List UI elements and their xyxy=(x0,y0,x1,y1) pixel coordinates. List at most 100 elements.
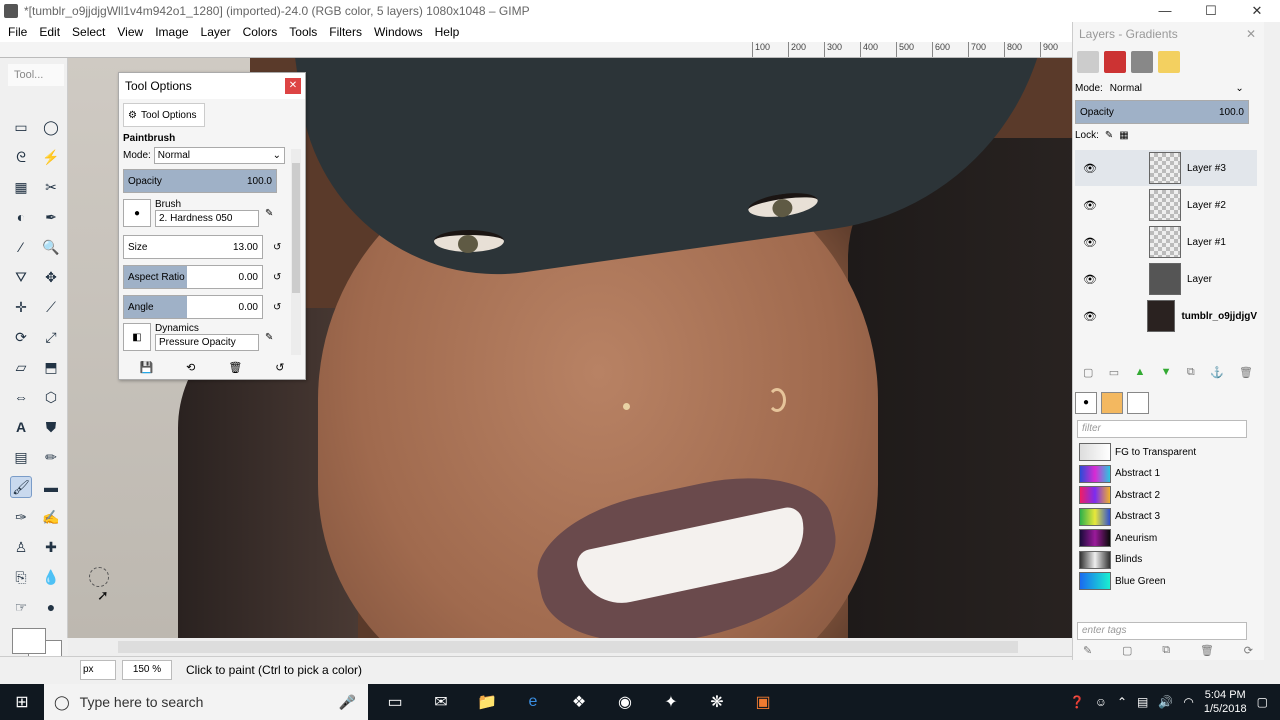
lock-alpha-icon[interactable]: ▦ xyxy=(1119,130,1128,141)
smudge-icon[interactable]: ☞ xyxy=(10,596,32,618)
layer-mode-select[interactable]: Normal ⌄ xyxy=(1107,80,1247,97)
heal-icon[interactable]: ✚ xyxy=(40,536,62,558)
perspective-icon[interactable]: ⬒ xyxy=(40,356,62,378)
layer-opacity-slider[interactable]: Opacity 100.0 xyxy=(1075,100,1249,124)
color-picker-icon[interactable]: ⁄ xyxy=(10,236,32,258)
tab-brushes[interactable]: ● xyxy=(1075,392,1097,414)
fuzzy-select-icon[interactable]: ⚡ xyxy=(40,146,62,168)
new-layer-group-icon[interactable]: ▭ xyxy=(1109,366,1119,379)
close-button[interactable]: ✕ xyxy=(1234,0,1280,22)
tab-undo-history[interactable] xyxy=(1158,51,1180,73)
measure-icon[interactable]: ⛛ xyxy=(10,266,32,288)
mail-icon[interactable]: ✉ xyxy=(428,692,454,712)
blur-icon[interactable]: 💧 xyxy=(40,566,62,588)
lock-pixels-icon[interactable]: ✎ xyxy=(1105,130,1113,141)
edge-browser-icon[interactable]: e xyxy=(520,693,546,711)
chrome-icon[interactable]: ◉ xyxy=(612,692,638,712)
menu-file[interactable]: File xyxy=(2,25,33,39)
delete-layer-icon[interactable]: 🗑 xyxy=(1239,366,1253,379)
minimize-button[interactable]: — xyxy=(1142,0,1188,22)
opacity-slider[interactable]: Opacity 100.0 xyxy=(123,169,277,193)
gradient-filter-input[interactable]: filter xyxy=(1077,420,1247,438)
menu-edit[interactable]: Edit xyxy=(33,25,66,39)
reset-aspect-icon[interactable]: ↺ xyxy=(273,272,281,283)
clone-icon[interactable]: ⎘ xyxy=(10,566,32,588)
rotate-icon[interactable]: ⟳ xyxy=(10,326,32,348)
blend-icon[interactable]: ▤ xyxy=(10,446,32,468)
menu-layer[interactable]: Layer xyxy=(195,25,237,39)
menu-colors[interactable]: Colors xyxy=(237,25,284,39)
clock[interactable]: 5:04 PM 1/5/2018 xyxy=(1204,688,1247,716)
ink-icon[interactable]: ✍ xyxy=(40,506,62,528)
microphone-icon[interactable]: 🎤 xyxy=(339,694,356,711)
edit-dynamics-icon[interactable]: ✎ xyxy=(265,332,273,343)
gradient-item[interactable]: Abstract 3 xyxy=(1079,507,1247,527)
mode-select[interactable]: Normal ⌄ xyxy=(153,147,285,164)
notifications-icon[interactable]: ▢ xyxy=(1257,695,1268,709)
gradient-item[interactable]: Blue Green xyxy=(1079,571,1247,591)
tab-patterns[interactable] xyxy=(1101,392,1123,414)
edit-gradient-icon[interactable]: ✎ xyxy=(1083,644,1092,657)
layer-row[interactable]: 👁 Layer xyxy=(1075,261,1257,297)
horizontal-ruler[interactable]: 100 200 300 400 500 600 700 800 900 xyxy=(0,42,1072,58)
anchor-layer-icon[interactable]: ⚓ xyxy=(1210,366,1224,379)
gradient-item[interactable]: FG to Transparent xyxy=(1079,442,1247,462)
eraser-icon[interactable]: ▬ xyxy=(40,476,62,498)
menu-view[interactable]: View xyxy=(111,25,149,39)
maximize-button[interactable]: ☐ xyxy=(1188,0,1234,22)
text-icon[interactable]: A xyxy=(10,416,32,438)
menu-help[interactable]: Help xyxy=(429,25,466,39)
taskbar-search[interactable]: ◯ Type here to search 🎤 xyxy=(44,684,368,720)
unit-select[interactable]: px xyxy=(80,659,116,680)
menu-windows[interactable]: Windows xyxy=(368,25,429,39)
bucket-fill-icon[interactable]: ⛊ xyxy=(40,416,62,438)
reset-size-icon[interactable]: ↺ xyxy=(273,242,281,253)
pencil-icon[interactable]: ✏ xyxy=(40,446,62,468)
volume-icon[interactable]: 🔊 xyxy=(1158,695,1173,709)
save-options-icon[interactable]: 💾 xyxy=(139,361,153,374)
zoom-icon[interactable]: 🔍 xyxy=(40,236,62,258)
close-icon[interactable]: ✕ xyxy=(285,78,301,94)
help-icon[interactable]: ❓ xyxy=(1070,695,1085,709)
dodge-burn-icon[interactable]: ● xyxy=(40,596,62,618)
tab-gradients[interactable] xyxy=(1127,392,1149,414)
eye-icon[interactable]: 👁 xyxy=(1083,273,1103,286)
edit-brush-icon[interactable]: ✎ xyxy=(265,208,273,219)
tab-paths[interactable] xyxy=(1131,51,1153,73)
scale-icon[interactable]: ⤢ xyxy=(40,326,62,348)
menu-filters[interactable]: Filters xyxy=(323,25,368,39)
app-icon[interactable]: ❋ xyxy=(704,692,730,712)
raise-layer-icon[interactable]: ▲ xyxy=(1134,366,1145,379)
layer-row[interactable]: 👁 Layer #1 xyxy=(1075,224,1257,260)
tab-tool-options[interactable]: ⚙ Tool Options xyxy=(123,103,205,127)
delete-options-icon[interactable]: 🗑 xyxy=(228,361,242,374)
layer-row[interactable]: 👁 tumblr_o9jjdjgV xyxy=(1075,298,1257,334)
foreground-select-icon[interactable]: ◐ xyxy=(10,206,32,228)
airbrush-icon[interactable]: ✑ xyxy=(10,506,32,528)
paintbrush-icon[interactable]: 🖌 xyxy=(10,476,32,498)
tab-layers[interactable] xyxy=(1077,51,1099,73)
cage-transform-icon[interactable]: ⬡ xyxy=(40,386,62,408)
move-icon[interactable]: ✥ xyxy=(40,266,62,288)
flip-icon[interactable]: ⇔ xyxy=(10,386,32,408)
canvas-horizontal-scrollbar[interactable] xyxy=(68,638,1072,656)
dropbox-icon[interactable]: ❖ xyxy=(566,692,592,712)
mypaint-brush-icon[interactable]: ♙ xyxy=(10,536,32,558)
brush-select[interactable]: 2. Hardness 050 xyxy=(155,210,259,227)
task-view-icon[interactable]: ▭ xyxy=(382,692,408,712)
angle-slider[interactable]: Angle 0.00 xyxy=(123,295,263,319)
rect-select-icon[interactable]: ▭ xyxy=(10,116,32,138)
select-by-color-icon[interactable]: ▦ xyxy=(10,176,32,198)
paths-icon[interactable]: ✒ xyxy=(40,206,62,228)
zoom-select[interactable]: 150 % xyxy=(122,659,172,680)
refresh-gradients-icon[interactable]: ⟳ xyxy=(1244,644,1253,657)
gradient-item[interactable]: Abstract 2 xyxy=(1079,485,1247,505)
aspect-ratio-slider[interactable]: Aspect Ratio 0.00 xyxy=(123,265,263,289)
gimp-taskbar-icon[interactable]: ✦ xyxy=(658,692,684,712)
dynamics-preview[interactable]: ◧ xyxy=(123,323,151,351)
gradient-item[interactable]: Blinds xyxy=(1079,550,1247,570)
reset-angle-icon[interactable]: ↺ xyxy=(273,302,281,313)
tags-input[interactable]: enter tags xyxy=(1077,622,1247,640)
network-icon[interactable]: ▤ xyxy=(1137,695,1148,709)
file-explorer-icon[interactable]: 📁 xyxy=(474,692,500,712)
